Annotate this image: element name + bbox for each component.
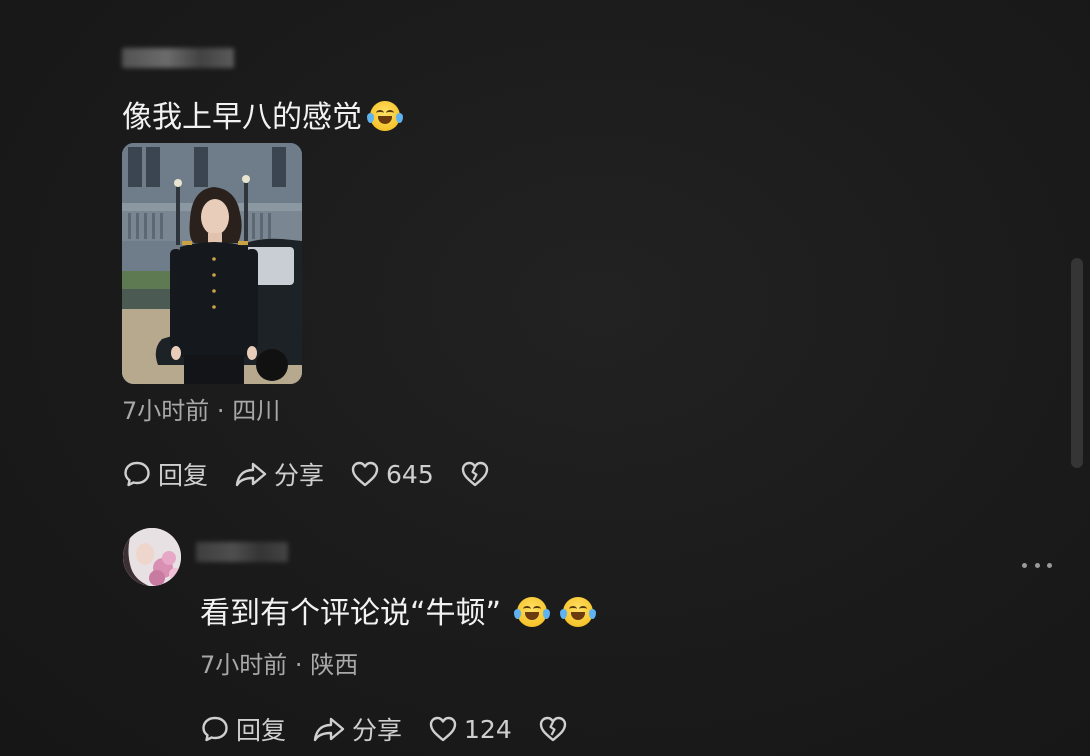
username-blurred[interactable] — [122, 48, 234, 68]
laughing-crying-emoji-icon — [367, 101, 403, 131]
comment-bubble-icon — [124, 461, 150, 487]
more-options-icon[interactable] — [1022, 556, 1052, 574]
comment-time: 7小时前 — [122, 397, 210, 425]
like-button[interactable]: 645 — [350, 459, 434, 489]
reply-button[interactable]: 回复 — [122, 456, 208, 492]
comment-meta: 7小时前 · 四川 — [122, 396, 280, 426]
avatar[interactable] — [123, 528, 181, 586]
comment-body: 像我上早八的感觉 — [122, 100, 362, 135]
share-label: 分享 — [274, 461, 325, 490]
username-blurred[interactable] — [196, 542, 288, 562]
laughing-crying-emoji-icon — [514, 597, 551, 627]
comment-thread: 像我上早八的感觉 7小时前 · 四川 回复 分享 645 看到有个评论说“牛顿”… — [0, 0, 1090, 756]
dislike-button[interactable] — [460, 459, 496, 489]
scrollbar[interactable] — [1071, 258, 1083, 468]
meta-separator: · — [216, 397, 225, 425]
comment-text: 像我上早八的感觉 — [122, 98, 403, 138]
like-count: 124 — [464, 714, 512, 744]
reply-button[interactable]: 回复 — [200, 711, 286, 747]
share-arrow-icon — [235, 462, 267, 487]
comment-actions: 回复 分享 645 — [122, 456, 522, 492]
comment-image-content — [122, 143, 302, 384]
avatar-image — [123, 528, 181, 586]
broken-heart-icon — [461, 461, 488, 487]
comment-meta: 7小时前 · 陕西 — [200, 650, 358, 680]
meta-separator: · — [294, 651, 303, 679]
dislike-button[interactable] — [538, 714, 574, 744]
comment-actions: 回复 分享 124 — [200, 711, 600, 747]
reply-label: 回复 — [236, 716, 287, 745]
share-button[interactable]: 分享 — [312, 711, 402, 747]
comment-location: 陕西 — [310, 651, 359, 679]
comment-body: 看到有个评论说“牛顿” — [200, 596, 502, 631]
laughing-crying-emoji-icon — [560, 597, 597, 627]
comment-bubble-icon — [202, 716, 228, 742]
comment-location: 四川 — [232, 397, 281, 425]
comment-image[interactable] — [122, 143, 302, 384]
like-button[interactable]: 124 — [428, 714, 512, 744]
share-button[interactable]: 分享 — [234, 456, 324, 492]
heart-icon — [429, 716, 457, 742]
like-count: 645 — [386, 459, 434, 489]
comment-text: 看到有个评论说“牛顿” — [200, 594, 597, 634]
reply-label: 回复 — [158, 461, 209, 490]
heart-icon — [351, 461, 379, 487]
broken-heart-icon — [539, 716, 566, 742]
share-arrow-icon — [313, 717, 345, 742]
comment-time: 7小时前 — [200, 651, 288, 679]
share-label: 分享 — [352, 716, 403, 745]
